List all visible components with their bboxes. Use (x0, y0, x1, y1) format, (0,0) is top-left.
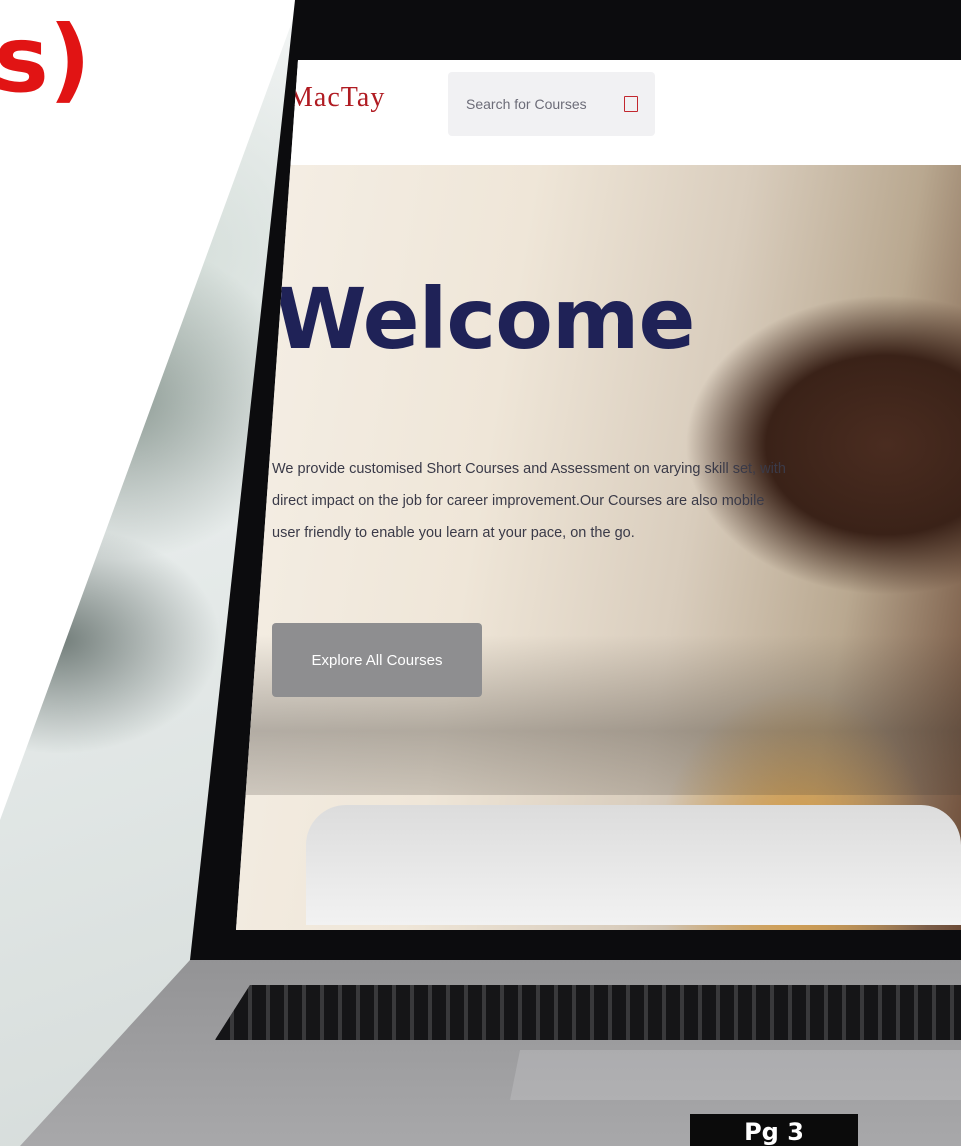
hero-photo-laptop (306, 805, 961, 925)
hero-description-line: We provide customised Short Courses and … (272, 461, 786, 477)
hero-description: We provide customised Short Courses and … (272, 453, 832, 549)
site-header: MacTay Search for Courses (236, 60, 961, 165)
search-placeholder: Search for Courses (466, 96, 587, 112)
course-search-input[interactable]: Search for Courses (448, 72, 655, 136)
site-logo[interactable]: MacTay (288, 82, 385, 114)
explore-courses-button[interactable]: Explore All Courses (272, 623, 482, 697)
search-icon[interactable] (624, 96, 638, 112)
hero-description-line: direct impact on the job for career impr… (272, 493, 765, 509)
hero-banner: Welcome We provide customised Short Cour… (236, 165, 961, 930)
corner-heading-fragment: s) (0, 6, 91, 113)
page-number-tag: Pg 3 (690, 1114, 858, 1146)
hero-description-line: user friendly to enable you learn at you… (272, 525, 635, 541)
hero-title: Welcome (274, 270, 695, 368)
laptop-screen: MacTay Search for Courses Welcome We pro… (236, 60, 961, 930)
